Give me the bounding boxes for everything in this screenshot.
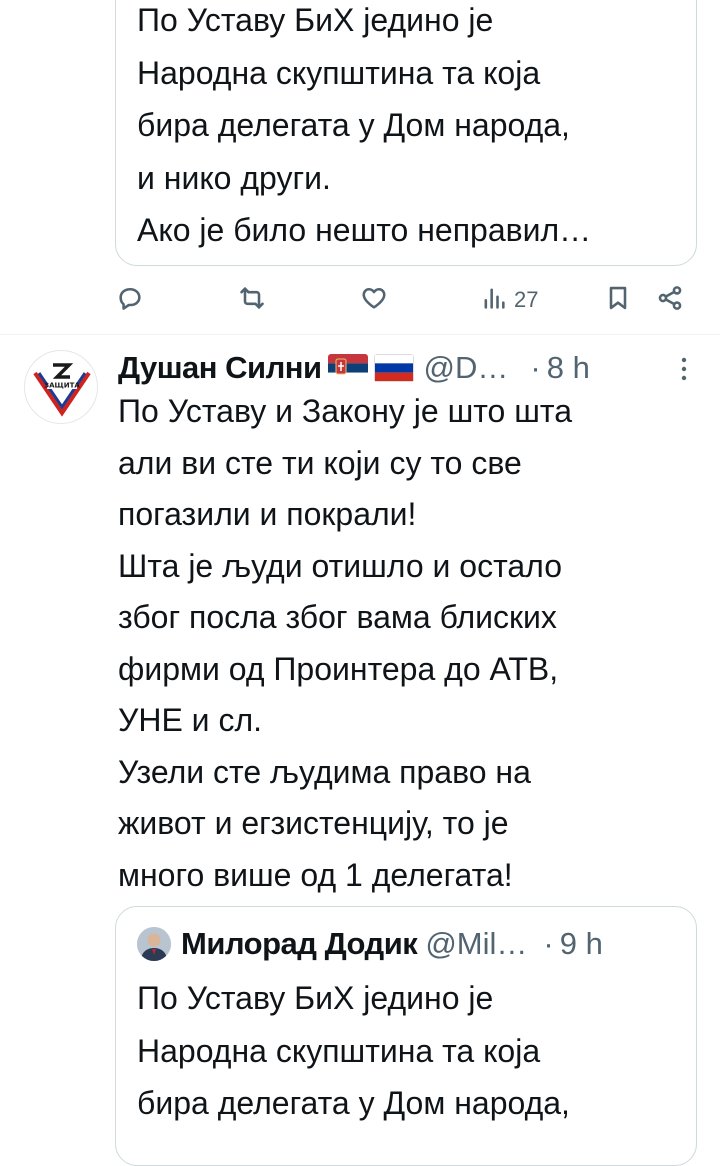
reply-icon (116, 284, 144, 317)
share-icon (656, 284, 684, 317)
bookmark-icon (604, 284, 632, 317)
author-handle[interactable]: @D… (424, 350, 509, 386)
russia-flag-icon (373, 354, 414, 382)
views-count: 27 (514, 287, 539, 312)
like-button[interactable] (360, 278, 388, 322)
tweet-text: По Уставу и Закону је што шта али ви сте… (118, 393, 572, 893)
quoted-separator-dot: · (543, 926, 554, 961)
avatar[interactable]: ЗАЩИТА (24, 350, 98, 424)
tweet-timestamp[interactable]: 8 h (547, 350, 590, 386)
more-vertical-icon (681, 357, 687, 381)
avatar-logo-text: ЗАЩИТА (44, 382, 80, 390)
zashtita-logo-icon: ЗАЩИТА (33, 363, 91, 417)
bookmark-button[interactable] (604, 278, 632, 322)
tweet-divider (0, 334, 720, 335)
quoted-tweet-header: Милорад Додик @Mil… · 9 h (137, 922, 603, 966)
retweet-icon (238, 284, 266, 317)
quoted-tweet-text: По Уставу БиХ једино је Народна скупштин… (137, 2, 592, 248)
quoted-timestamp: 9 h (559, 926, 603, 961)
quoted-tweet-text: По Уставу БиХ једино је Народна скупштин… (137, 980, 570, 1121)
person-avatar-icon (137, 927, 171, 961)
views-icon (480, 284, 508, 317)
more-options-button[interactable] (676, 356, 692, 382)
quoted-author-name: Милорад Додик (181, 926, 418, 961)
views-button[interactable]: 27 (480, 278, 538, 322)
tweet-action-bar: 27 (0, 278, 720, 322)
tweet-header: Душан Силни @D… · 8 h (118, 346, 590, 390)
share-button[interactable] (656, 278, 684, 322)
quoted-author-handle: @Mil… (425, 926, 528, 961)
separator-dot: · (530, 350, 541, 385)
serbia-flag-icon (327, 354, 368, 382)
retweet-button[interactable] (238, 278, 266, 322)
author-name[interactable]: Душан Силни (118, 350, 322, 386)
reply-button[interactable] (116, 278, 144, 322)
like-icon (360, 284, 388, 317)
quoted-avatar (137, 927, 171, 961)
